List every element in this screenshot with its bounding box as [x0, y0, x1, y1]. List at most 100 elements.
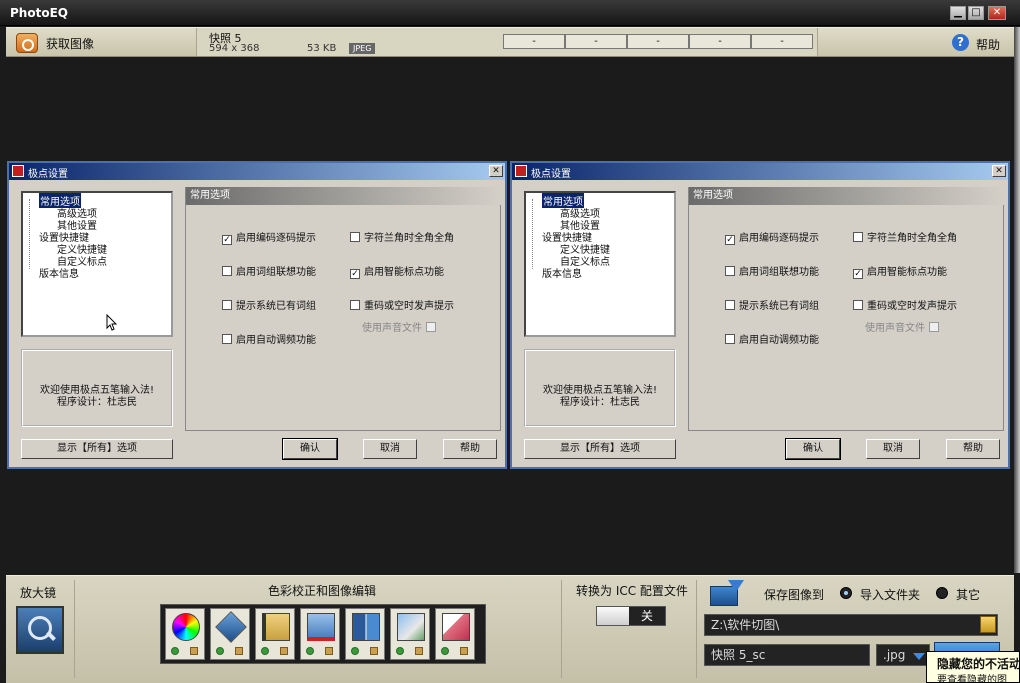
options-panel: 常用选项 ✓ 启用编码逐码提示 启用词组联想功能 提示系统已有词组 启用自动调频功… [688, 187, 1005, 431]
checkbox[interactable] [725, 266, 735, 276]
top-toolbar: 获取图像 快照 5 594 x 368 53 KB JPEG - - - - -… [6, 27, 1014, 57]
radio-import-label[interactable]: 导入文件夹 [860, 586, 920, 603]
checkbox[interactable]: ✓ [853, 269, 863, 279]
help-button[interactable]: 帮助 [443, 439, 497, 459]
dialog-title-bar: 极点设置 ✕ [512, 163, 1008, 180]
toggle-knob[interactable] [597, 607, 629, 625]
camera-icon[interactable] [16, 33, 38, 53]
magnifier-icon[interactable] [16, 606, 64, 654]
tooltip: 隐藏您的不活动 要查看隐藏的图 [926, 651, 1020, 683]
radio-other-label[interactable]: 其它 [956, 586, 980, 603]
option-sound-hint[interactable]: 重码或空时发声提示 [350, 297, 454, 312]
icc-toggle[interactable]: 关 [596, 606, 666, 626]
crop-icon[interactable] [255, 608, 295, 660]
option-smart-punct[interactable]: ✓ 启用智能标点功能 [350, 263, 444, 279]
radio-import-folder[interactable] [840, 587, 852, 599]
checkbox[interactable] [222, 334, 232, 344]
minimize-button[interactable]: ▁ [950, 6, 966, 20]
title-bar: PhotoEQ ▁ □ ✕ [0, 0, 1020, 26]
app-logo-icon [12, 165, 24, 177]
dialog-title: 极点设置 [531, 169, 571, 180]
radio-other[interactable] [936, 587, 948, 599]
enhance-icon[interactable] [390, 608, 430, 660]
option-existing-phrase[interactable]: 提示系统已有词组 [222, 297, 316, 312]
filename-field[interactable]: 快照 5_sc [704, 644, 870, 666]
tooltip-title: 隐藏您的不活动 [937, 657, 1020, 671]
snapshot-slot[interactable]: - [503, 34, 565, 49]
checkbox[interactable]: ✓ [725, 235, 735, 245]
settings-dialog: 极点设置 ✕ 常用选项 高级选项 其他设置 设置快捷键 定义快捷键 自定义标点 … [510, 161, 1010, 469]
welcome-box: 欢迎使用极点五笔输入法! 程序设计：杜志民 [21, 349, 173, 427]
snapshot-slot[interactable]: - [689, 34, 751, 49]
dialog-close-button[interactable]: ✕ [489, 165, 503, 177]
tree-item-version[interactable]: 版本信息 [39, 265, 79, 280]
maximize-button[interactable]: □ [968, 6, 984, 20]
show-all-options-button[interactable]: 显示【所有】选项 [21, 439, 173, 459]
magnifier-label: 放大镜 [20, 586, 57, 600]
option-fullwidth[interactable]: 字符兰角时全角全角 [350, 229, 454, 244]
checkbox[interactable] [725, 334, 735, 344]
question-icon[interactable]: ? [952, 34, 969, 51]
folder-icon[interactable] [980, 616, 996, 633]
checkbox[interactable] [725, 300, 735, 310]
checkbox[interactable]: ✓ [222, 235, 232, 245]
snapshot-filesize: 53 KB [307, 43, 337, 54]
option-phrase-assoc[interactable]: 启用词组联想功能 [222, 263, 316, 278]
eraser-icon[interactable] [435, 608, 475, 660]
divider [74, 580, 75, 678]
checkbox[interactable] [222, 300, 232, 310]
option-code-hint[interactable]: ✓ 启用编码逐码提示 [725, 229, 819, 245]
option-auto-freq[interactable]: 启用自动调频功能 [222, 331, 316, 346]
divider [696, 580, 697, 678]
dialog-title-bar: 极点设置 ✕ [9, 163, 505, 180]
tree-item-version[interactable]: 版本信息 [542, 265, 582, 280]
option-sound-hint[interactable]: 重码或空时发声提示 [853, 297, 957, 312]
cancel-button[interactable]: 取消 [363, 439, 417, 459]
extension-select[interactable]: .jpg [876, 644, 930, 666]
checkbox[interactable] [222, 266, 232, 276]
ok-button[interactable]: 确认 [785, 438, 841, 460]
option-smart-punct[interactable]: ✓ 启用智能标点功能 [853, 263, 947, 279]
app-logo-icon [515, 165, 527, 177]
option-label: 使用声音文件 [362, 323, 422, 334]
chevron-down-icon [913, 653, 925, 660]
snapshot-slot[interactable]: - [627, 34, 689, 49]
option-phrase-assoc[interactable]: 启用词组联想功能 [725, 263, 819, 278]
output-path-field[interactable]: Z:\软件切图\ [704, 614, 998, 636]
settings-dialog: 极点设置 ✕ 常用选项 高级选项 其他设置 设置快捷键 定义快捷键 自定义标点 … [7, 161, 507, 469]
option-existing-phrase[interactable]: 提示系统已有词组 [725, 297, 819, 312]
color-wheel-icon[interactable] [165, 608, 205, 660]
snapshot-slot[interactable]: - [751, 34, 813, 49]
option-code-hint[interactable]: ✓ 启用编码逐码提示 [222, 229, 316, 245]
help-button[interactable]: 帮助 [976, 36, 1000, 53]
acquire-image-button[interactable]: 获取图像 [46, 35, 94, 52]
option-label: 提示系统已有词组 [739, 301, 819, 312]
ok-button[interactable]: 确认 [282, 438, 338, 460]
cut-icon[interactable] [300, 608, 340, 660]
cancel-button[interactable]: 取消 [866, 439, 920, 459]
checkbox[interactable] [853, 300, 863, 310]
checkbox[interactable] [853, 232, 863, 242]
mouse-cursor-icon [106, 314, 118, 331]
bottom-panel: 放大镜 色彩校正和图像编辑 转换为 ICC 配置文件 关 保存图像到 导入文件夹… [6, 575, 1014, 683]
options-panel: 常用选项 ✓ 启用编码逐码提示 启用词组联想功能 提示系统已有词组 启用自动调频功… [185, 187, 502, 431]
option-label: 字符兰角时全角全角 [364, 233, 454, 244]
option-label: 启用智能标点功能 [364, 267, 444, 278]
checkbox[interactable] [350, 300, 360, 310]
show-all-options-button[interactable]: 显示【所有】选项 [524, 439, 676, 459]
option-label: 提示系统已有词组 [236, 301, 316, 312]
snapshot-info: 快照 5 594 x 368 53 KB JPEG - - - - - [196, 28, 818, 56]
option-fullwidth[interactable]: 字符兰角时全角全角 [853, 229, 957, 244]
dialog-close-button[interactable]: ✕ [992, 165, 1006, 177]
split-view-icon[interactable] [345, 608, 385, 660]
checkbox[interactable] [350, 232, 360, 242]
option-auto-freq[interactable]: 启用自动调频功能 [725, 331, 819, 346]
save-to-label: 保存图像到 [764, 588, 825, 602]
help-button[interactable]: 帮助 [946, 439, 1000, 459]
toggle-value: 关 [629, 607, 665, 625]
rotate-icon[interactable] [210, 608, 250, 660]
snapshot-slot[interactable]: - [565, 34, 627, 49]
checkbox[interactable]: ✓ [350, 269, 360, 279]
extension-value: .jpg [883, 648, 906, 662]
close-button[interactable]: ✕ [988, 6, 1006, 20]
